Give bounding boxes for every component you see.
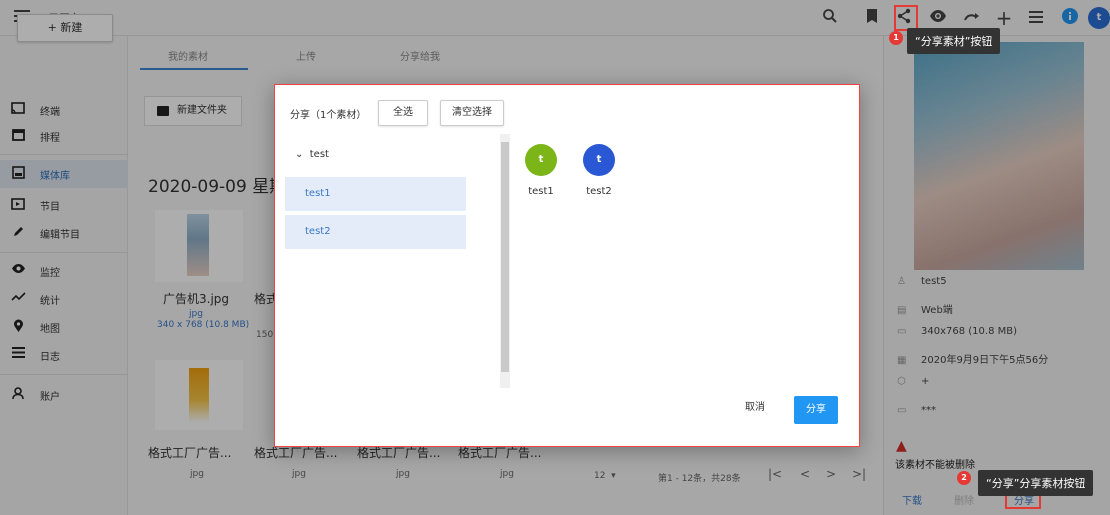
selected-user-avatar[interactable]: t xyxy=(525,144,557,176)
callout-tooltip: “分享”分享素材按钮 xyxy=(978,470,1094,496)
callout-badge: 2 xyxy=(957,471,971,485)
callout-badge: 1 xyxy=(889,31,903,45)
scrollbar-thumb[interactable] xyxy=(501,142,509,372)
selected-user-avatar[interactable]: t xyxy=(583,144,615,176)
clear-selection-button[interactable]: 清空选择 xyxy=(440,100,504,126)
chevron-down-icon: ⌄ xyxy=(295,149,304,160)
select-all-button[interactable]: 全选 xyxy=(378,100,428,126)
callout-tooltip: “分享素材”按钮 xyxy=(907,28,1001,54)
dialog-title: 分享（1个素材） xyxy=(290,110,367,121)
user-item-test2[interactable]: test2 xyxy=(285,215,466,249)
group-header[interactable]: ⌄ test xyxy=(295,149,329,160)
selected-user-name: test1 xyxy=(528,186,554,197)
confirm-share-button[interactable]: 分享 xyxy=(794,396,838,424)
selected-user-name: test2 xyxy=(586,186,612,197)
user-item-test1[interactable]: test1 xyxy=(285,177,466,211)
cancel-button[interactable]: 取消 xyxy=(745,398,765,413)
share-dialog xyxy=(274,84,860,447)
